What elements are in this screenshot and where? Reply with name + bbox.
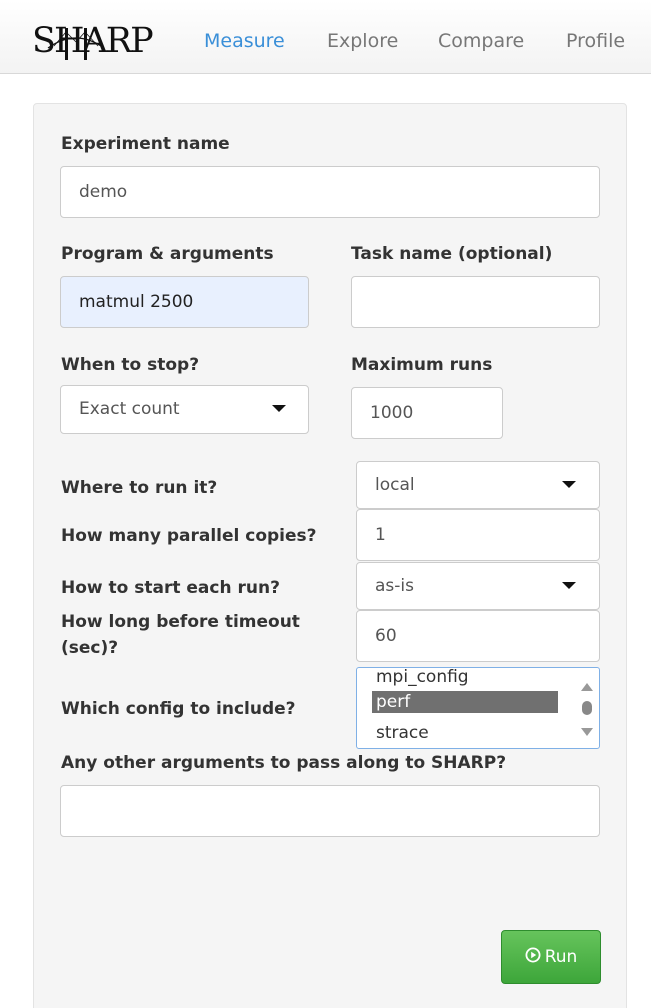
scroll-up-icon[interactable] — [581, 683, 593, 691]
run-button-label: Run — [544, 947, 578, 967]
timeout-value: 60 — [375, 626, 397, 646]
parallel-copies-input[interactable]: 1 — [356, 509, 600, 561]
task-name-label: Task name (optional) — [351, 244, 553, 264]
scrollbar-thumb[interactable] — [582, 701, 592, 715]
maximum-runs-label: Maximum runs — [351, 355, 493, 375]
nav-compare[interactable]: Compare — [438, 30, 524, 52]
maximum-runs-input[interactable]: 1000 — [351, 387, 503, 439]
top-navbar: SHARP Measure Explore Compare Profile — [0, 0, 651, 74]
config-option-perf[interactable]: perf — [372, 691, 558, 713]
parallel-copies-value: 1 — [375, 525, 386, 545]
play-circle-icon — [525, 947, 541, 963]
experiment-name-label: Experiment name — [61, 134, 230, 154]
timeout-label-line1: How long before timeout — [61, 612, 300, 632]
other-arguments-input[interactable] — [60, 785, 600, 837]
caret-down-icon — [272, 405, 286, 412]
where-to-run-select[interactable]: local — [356, 461, 600, 509]
when-to-stop-select[interactable]: Exact count — [60, 385, 309, 434]
config-option-strace[interactable]: strace — [376, 722, 429, 744]
when-to-stop-value: Exact count — [79, 399, 180, 419]
config-option-mpi-config[interactable]: mpi_config — [376, 668, 469, 688]
run-button[interactable]: Run — [501, 930, 601, 984]
sharp-logo[interactable]: SHARP — [32, 20, 164, 68]
caret-down-icon — [562, 582, 576, 589]
program-arguments-value: matmul 2500 — [79, 292, 194, 312]
where-to-run-value: local — [375, 475, 415, 495]
other-arguments-label: Any other arguments to pass along to SHA… — [61, 753, 507, 773]
timeout-label-line2: (sec)? — [61, 638, 119, 658]
when-to-stop-label: When to stop? — [61, 355, 200, 375]
program-arguments-input[interactable]: matmul 2500 — [60, 276, 309, 328]
config-include-listbox[interactable]: mpi_config perf strace — [356, 667, 600, 749]
program-arguments-label: Program & arguments — [61, 244, 274, 264]
timeout-input[interactable]: 60 — [356, 610, 600, 662]
nav-measure[interactable]: Measure — [204, 30, 285, 52]
experiment-name-input[interactable]: demo — [60, 166, 600, 218]
start-each-run-select[interactable]: as-is — [356, 562, 600, 610]
start-each-run-label: How to start each run? — [61, 578, 280, 598]
where-to-run-label: Where to run it? — [61, 478, 218, 498]
experiment-name-value: demo — [79, 182, 128, 202]
parallel-copies-label: How many parallel copies? — [61, 526, 317, 546]
scroll-down-icon[interactable] — [581, 728, 593, 736]
caret-down-icon — [562, 481, 576, 488]
config-include-label: Which config to include? — [61, 699, 296, 719]
nav-profile[interactable]: Profile — [566, 30, 625, 52]
maximum-runs-value: 1000 — [370, 403, 414, 423]
bridge-icon — [47, 28, 105, 60]
start-each-run-value: as-is — [375, 576, 414, 596]
task-name-input[interactable] — [351, 276, 600, 328]
nav-explore[interactable]: Explore — [327, 30, 398, 52]
